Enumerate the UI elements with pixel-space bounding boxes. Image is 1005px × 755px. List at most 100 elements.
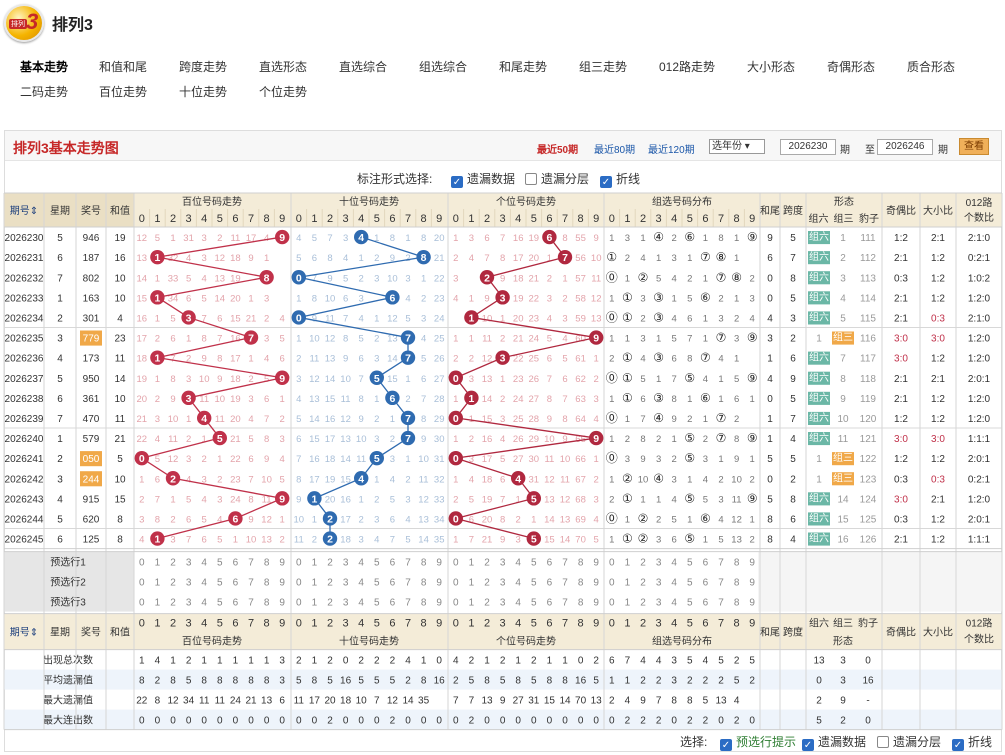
row-dx: 1:2: [931, 535, 945, 546]
hit-ball-number: 4: [358, 232, 364, 244]
z6-badge-text: 组六: [809, 270, 829, 283]
digit-header: 8: [264, 213, 270, 225]
footer-z6: 组六: [809, 617, 829, 630]
hit-ball-number: 3: [500, 353, 506, 365]
preselect-digit: 7: [562, 598, 568, 609]
preselect-digit: 3: [656, 558, 662, 569]
miss-value: 7: [547, 374, 552, 385]
miss-value: 5: [405, 535, 410, 546]
miss-value: 1: [374, 474, 379, 485]
miss-value: 8: [562, 414, 567, 425]
miss-value: 1: [594, 354, 599, 365]
preselect-digit: 6: [547, 598, 553, 609]
row-bz: 116: [860, 334, 876, 345]
group-value: 2: [625, 253, 630, 264]
row-sum: 21: [114, 434, 126, 445]
row-issue: 2026235: [5, 334, 44, 345]
z6-badge-text: 组六: [809, 391, 829, 404]
miss-value: 19: [529, 233, 540, 244]
miss-value: 3: [500, 414, 505, 425]
preselect-digit: 1: [625, 578, 631, 589]
stat-value: 5: [296, 676, 302, 687]
footer-form: 形态: [833, 635, 853, 648]
hit-ball-number: 6: [389, 292, 395, 304]
checkbox-icon[interactable]: [877, 736, 889, 748]
preselect-label: 预选行2: [50, 576, 86, 589]
miss-value: 1: [359, 253, 364, 264]
miss-value: 1: [359, 494, 364, 505]
group-value: ⓪: [606, 511, 618, 525]
digit-header: 5: [374, 213, 380, 225]
miss-value: 10: [544, 434, 555, 445]
hit-ball-number: 5: [374, 373, 380, 385]
row-prize: 579: [83, 434, 100, 445]
miss-value: 2: [453, 494, 458, 505]
miss-value: 3: [421, 313, 426, 324]
opt-preselect[interactable]: ✓ 预选行提示: [720, 733, 796, 751]
footer-digit: 4: [671, 618, 677, 630]
opt-miss-data-bottom[interactable]: ✓ 遗漏数据: [802, 733, 866, 751]
miss-value: 13: [325, 354, 336, 365]
miss-value: 3: [405, 494, 410, 505]
miss-value: 8: [343, 334, 348, 345]
preselect-digit: 7: [718, 558, 724, 569]
miss-value: 1: [390, 414, 395, 425]
opt-miss-layer-bottom[interactable]: 遗漏分层: [877, 733, 941, 750]
preselect-digit: 9: [436, 558, 442, 569]
miss-value: 11: [419, 474, 429, 485]
checkbox-checked-icon[interactable]: ✓: [952, 739, 964, 751]
row-dx: 1:2: [931, 293, 945, 304]
preselect-digit: 2: [327, 558, 333, 569]
stat-form: 0: [865, 656, 871, 667]
miss-value: 6: [170, 334, 175, 345]
stat-value: 11: [215, 696, 226, 707]
miss-value: 2: [170, 514, 175, 525]
miss-value: 10: [325, 293, 336, 304]
miss-value: 62: [575, 374, 586, 385]
miss-value: 16: [137, 313, 148, 324]
preselect-digit: 7: [405, 598, 411, 609]
row-hw: 8: [767, 514, 773, 525]
group-value: ⓪: [606, 451, 618, 465]
hit-ball-number: 7: [405, 353, 411, 365]
miss-value: 8: [500, 253, 505, 264]
group-value: 10: [731, 474, 742, 485]
preselect-digit: 5: [217, 598, 223, 609]
stat-value: 0: [515, 716, 521, 727]
footer-digit: 0: [453, 618, 459, 630]
row-kd: 4: [790, 535, 796, 546]
group-value: 1: [640, 233, 645, 244]
stat-value: 4: [640, 656, 646, 667]
stat-value: 1: [217, 656, 223, 667]
group-value: 1: [609, 394, 614, 405]
stat-value: 2: [186, 656, 192, 667]
checkbox-checked-icon[interactable]: ✓: [720, 739, 732, 751]
miss-value: 2: [359, 514, 364, 525]
miss-value: 9: [421, 434, 426, 445]
z3-miss: 8: [840, 374, 846, 385]
footer-digit: 1: [311, 618, 317, 630]
miss-value: 2: [202, 454, 207, 465]
opt-line-bottom[interactable]: ✓ 折线: [952, 733, 992, 751]
miss-value: 4: [453, 293, 458, 304]
z3-miss: 5: [840, 313, 846, 324]
group-value: 1: [703, 535, 708, 546]
group-value: 3: [640, 293, 645, 304]
miss-value: 11: [356, 454, 366, 465]
miss-value: 2: [453, 354, 458, 365]
row-jo: 3:0: [894, 354, 908, 365]
preselect-digit: 4: [515, 558, 521, 569]
z3-miss: 11: [838, 434, 849, 445]
checkbox-checked-icon[interactable]: ✓: [802, 739, 814, 751]
stat-value: 34: [183, 696, 195, 707]
preselect-digit: 6: [233, 598, 239, 609]
row-kd: 5: [790, 394, 796, 405]
miss-value: 1: [453, 233, 458, 244]
row-kd: 4: [790, 434, 796, 445]
group-value: ⑨: [747, 431, 758, 445]
row-012: 1:2:0: [968, 334, 991, 345]
miss-value: 28: [529, 414, 540, 425]
miss-value: 1: [453, 474, 458, 485]
miss-value: 26: [513, 434, 524, 445]
miss-value: 8: [547, 394, 552, 405]
